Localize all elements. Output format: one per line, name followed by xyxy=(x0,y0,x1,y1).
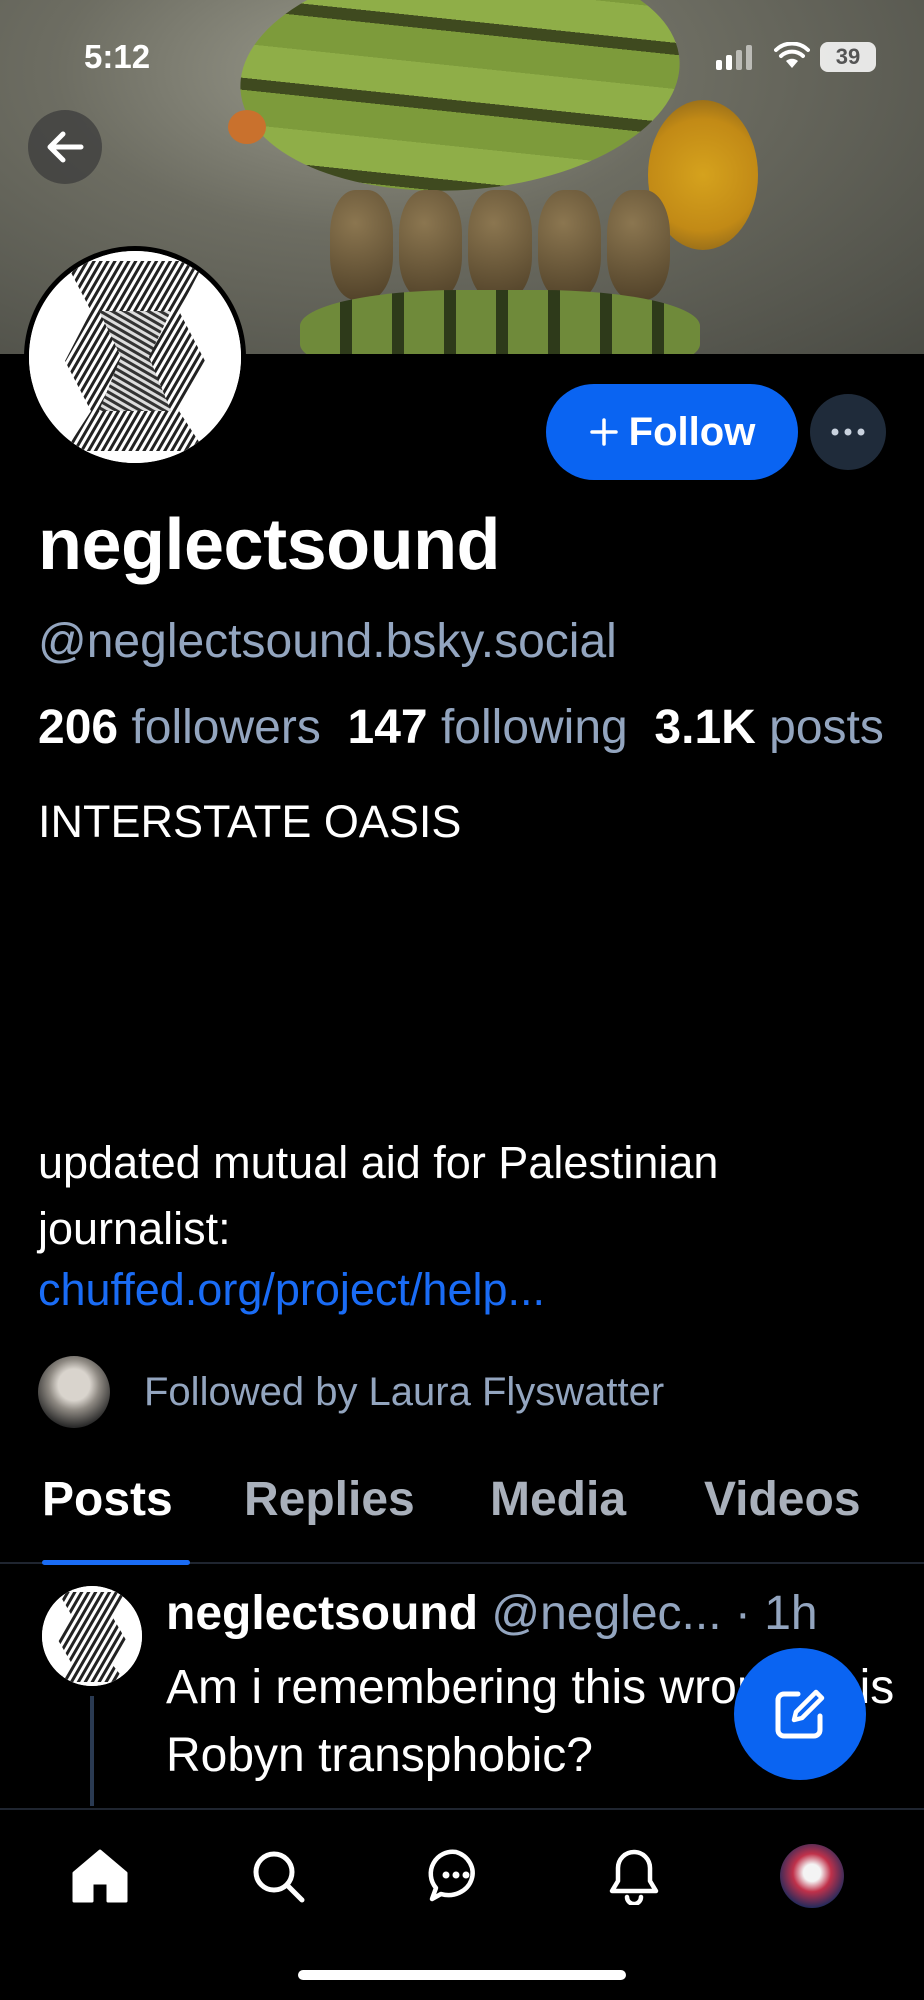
post-header: neglectsound @neglec... · 1h xyxy=(166,1586,886,1641)
plus-icon xyxy=(589,418,618,446)
active-tab-indicator xyxy=(42,1560,190,1565)
profile-tabs: Posts Replies Media Videos xyxy=(0,1440,924,1564)
more-options-button[interactable] xyxy=(810,394,886,470)
compose-button[interactable] xyxy=(734,1648,866,1780)
battery-icon: 39 xyxy=(820,42,876,72)
nav-profile[interactable] xyxy=(780,1844,844,1908)
search-icon xyxy=(253,1851,305,1903)
status-bar: 5:12 39 xyxy=(0,30,924,90)
profile-handle: @neglectsound.bsky.social xyxy=(38,615,617,668)
post-time: · 1h xyxy=(734,1587,818,1640)
status-time: 5:12 xyxy=(84,38,151,75)
tab-media[interactable]: Media xyxy=(490,1472,626,1527)
wifi-icon xyxy=(774,42,810,68)
tab-replies[interactable]: Replies xyxy=(244,1472,415,1527)
bell-icon xyxy=(609,1849,659,1905)
home-indicator xyxy=(298,1970,626,1980)
post-author[interactable]: neglectsound xyxy=(166,1587,478,1640)
tab-videos[interactable]: Videos xyxy=(704,1472,861,1527)
signal-icon xyxy=(716,44,752,70)
follow-button[interactable]: Follow xyxy=(546,384,798,480)
bio-title: INTERSTATE OASIS xyxy=(38,796,462,847)
home-icon xyxy=(72,1849,128,1903)
profile-stats: 206 followers 147 following 3.1K posts xyxy=(38,700,924,755)
post-author-avatar[interactable] xyxy=(42,1586,142,1686)
followed-by[interactable]: Followed by Laura Flyswatter xyxy=(38,1356,664,1428)
follow-label: Follow xyxy=(628,409,756,454)
thread-line xyxy=(90,1696,94,1806)
post-handle: @neglec... xyxy=(491,1587,722,1640)
nav-home[interactable] xyxy=(68,1844,132,1908)
arrow-left-icon xyxy=(47,131,84,163)
bio-text: updated mutual aid for Palestinian journ… xyxy=(38,1137,719,1254)
profile-avatar[interactable] xyxy=(24,246,246,468)
nav-search[interactable] xyxy=(246,1844,310,1908)
follower-avatar xyxy=(38,1356,110,1428)
followers-stat[interactable]: 206 followers xyxy=(38,701,321,754)
ellipsis-icon xyxy=(831,428,865,436)
bio-link[interactable]: chuffed.org/project/help... xyxy=(38,1264,545,1316)
followed-by-text: Followed by Laura Flyswatter xyxy=(144,1369,665,1414)
profile-avatar-small xyxy=(780,1844,844,1908)
compose-icon xyxy=(775,1689,825,1739)
display-name: neglectsound xyxy=(38,505,501,585)
posts-stat: 3.1K posts xyxy=(654,701,884,754)
nav-chat[interactable] xyxy=(424,1844,488,1908)
chat-icon xyxy=(428,1849,475,1902)
back-button[interactable] xyxy=(28,110,102,184)
following-stat[interactable]: 147 following xyxy=(348,701,628,754)
avatar-art xyxy=(29,251,241,463)
tab-posts[interactable]: Posts xyxy=(42,1472,173,1527)
nav-notifications[interactable] xyxy=(602,1844,666,1908)
